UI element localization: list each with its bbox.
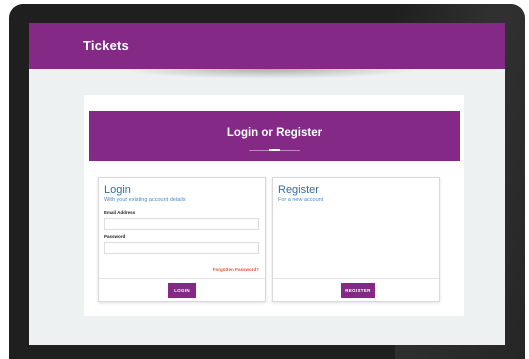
email-label: Email Address [104,210,136,215]
auth-card: Login or Register Login With your existi… [84,95,464,316]
register-footer: REGISTER [273,278,439,302]
register-title: Register [278,184,319,196]
browser-screen: Tickets Login or Register Login With you… [29,23,505,345]
banner-title: Login or Register [226,127,323,139]
header-shadow [119,69,419,79]
register-button[interactable]: REGISTER [341,283,375,298]
auth-banner: Login or Register [89,111,460,161]
register-subtitle: For a new account [278,197,324,203]
login-footer: LOGIN [99,278,265,302]
forgot-password-link[interactable]: Forgotten Password? [213,267,259,272]
app-header: Tickets [29,23,505,69]
banner-divider-accent [269,149,280,151]
password-label: Password [104,234,126,239]
password-field[interactable] [104,242,259,254]
app-title[interactable]: Tickets [83,38,129,53]
login-title: Login [104,184,131,196]
email-field[interactable] [104,218,259,230]
login-panel: Login With your existing account details… [98,177,266,302]
register-panel: Register For a new account REGISTER [272,177,440,302]
login-button[interactable]: LOGIN [168,283,196,298]
login-subtitle: With your existing account details [104,197,186,203]
